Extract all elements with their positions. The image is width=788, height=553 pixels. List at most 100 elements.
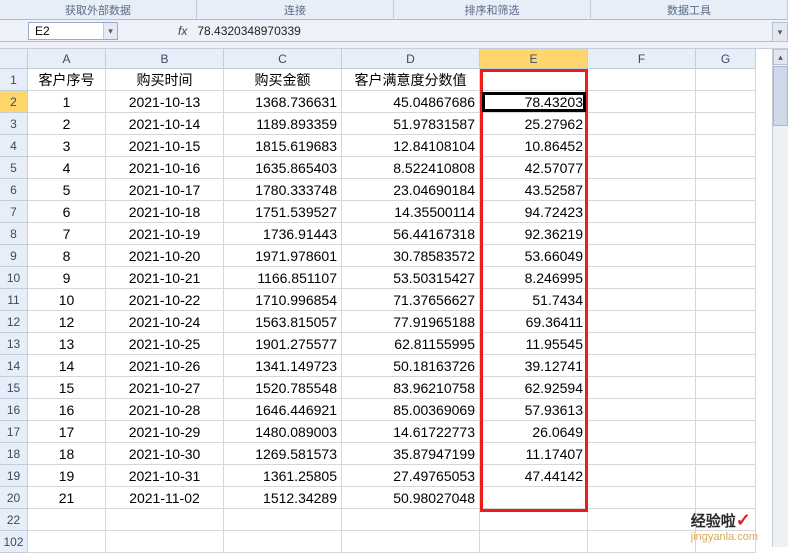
cell[interactable]: [696, 311, 756, 333]
cell[interactable]: 1269.581573: [224, 443, 342, 465]
row-header[interactable]: 5: [0, 157, 28, 179]
cell[interactable]: 1166.851107: [224, 267, 342, 289]
cell[interactable]: 12.84108104: [342, 135, 480, 157]
cell[interactable]: 25.27962: [480, 113, 588, 135]
cell[interactable]: 45.04867686: [342, 91, 480, 113]
cell[interactable]: 85.00369069: [342, 399, 480, 421]
cell[interactable]: [696, 465, 756, 487]
col-header-E[interactable]: E: [480, 49, 588, 69]
row-header[interactable]: 1: [0, 69, 28, 91]
cell[interactable]: 2021-10-30: [106, 443, 224, 465]
cell[interactable]: [696, 179, 756, 201]
cell[interactable]: [696, 157, 756, 179]
cell[interactable]: 1480.089003: [224, 421, 342, 443]
cell[interactable]: [588, 113, 696, 135]
cell[interactable]: 6: [28, 201, 106, 223]
header-cell[interactable]: 客户满意度分数值: [342, 69, 480, 91]
cell[interactable]: 78.43203: [480, 91, 588, 113]
cell[interactable]: 3: [28, 135, 106, 157]
cell[interactable]: 1971.978601: [224, 245, 342, 267]
row-header[interactable]: 12: [0, 311, 28, 333]
cell[interactable]: [588, 531, 696, 553]
cell[interactable]: [588, 333, 696, 355]
cell[interactable]: 1901.275577: [224, 333, 342, 355]
cell[interactable]: 83.96210758: [342, 377, 480, 399]
cell[interactable]: 21: [28, 487, 106, 509]
cell[interactable]: [696, 223, 756, 245]
cell[interactable]: 2021-10-21: [106, 267, 224, 289]
cell[interactable]: [588, 377, 696, 399]
row-header[interactable]: 10: [0, 267, 28, 289]
cell[interactable]: 8.522410808: [342, 157, 480, 179]
cell[interactable]: [588, 91, 696, 113]
cell[interactable]: 23.04690184: [342, 179, 480, 201]
cell[interactable]: [696, 289, 756, 311]
cell[interactable]: [588, 355, 696, 377]
cell[interactable]: 17: [28, 421, 106, 443]
cell[interactable]: [696, 201, 756, 223]
cell[interactable]: [588, 399, 696, 421]
cell[interactable]: 8: [28, 245, 106, 267]
cell[interactable]: 57.93613: [480, 399, 588, 421]
cell[interactable]: [696, 509, 756, 531]
cell-grid[interactable]: 客户序号购买时间购买金额客户满意度分数值12021-10-131368.7366…: [28, 69, 756, 553]
header-cell[interactable]: [696, 69, 756, 91]
cell[interactable]: 13: [28, 333, 106, 355]
row-header[interactable]: 2: [0, 91, 28, 113]
scroll-up-icon[interactable]: ▴: [773, 49, 788, 65]
cell[interactable]: [696, 333, 756, 355]
cell[interactable]: [696, 377, 756, 399]
cell[interactable]: 62.92594: [480, 377, 588, 399]
cell[interactable]: 77.91965188: [342, 311, 480, 333]
header-cell[interactable]: [480, 69, 588, 91]
cell[interactable]: [588, 223, 696, 245]
ribbon-group-external[interactable]: 获取外部数据: [0, 0, 197, 19]
cell[interactable]: [588, 487, 696, 509]
cell[interactable]: 30.78583572: [342, 245, 480, 267]
cell[interactable]: 2021-10-29: [106, 421, 224, 443]
name-box[interactable]: E2 ▾: [28, 22, 118, 40]
cell[interactable]: 2021-10-17: [106, 179, 224, 201]
cell[interactable]: 50.98027048: [342, 487, 480, 509]
cell[interactable]: [696, 267, 756, 289]
formula-expand-icon[interactable]: ▾: [772, 22, 788, 42]
cell[interactable]: [588, 421, 696, 443]
cell[interactable]: 94.72423: [480, 201, 588, 223]
cell[interactable]: 2021-10-27: [106, 377, 224, 399]
cell[interactable]: [696, 443, 756, 465]
cell[interactable]: 56.44167318: [342, 223, 480, 245]
cell[interactable]: [224, 509, 342, 531]
row-header[interactable]: 8: [0, 223, 28, 245]
cell[interactable]: 2021-10-22: [106, 289, 224, 311]
cell[interactable]: 1520.785548: [224, 377, 342, 399]
cell[interactable]: 18: [28, 443, 106, 465]
cell[interactable]: 26.0649: [480, 421, 588, 443]
cell[interactable]: 50.18163726: [342, 355, 480, 377]
header-cell[interactable]: 购买金额: [224, 69, 342, 91]
cell[interactable]: [588, 443, 696, 465]
cell[interactable]: [588, 135, 696, 157]
chevron-down-icon[interactable]: ▾: [103, 23, 117, 39]
cell[interactable]: [342, 531, 480, 553]
cell[interactable]: 2021-10-18: [106, 201, 224, 223]
cell[interactable]: 1189.893359: [224, 113, 342, 135]
cell[interactable]: [696, 245, 756, 267]
cell[interactable]: 2021-10-19: [106, 223, 224, 245]
cell[interactable]: 1361.25805: [224, 465, 342, 487]
ribbon-group-connect[interactable]: 连接: [197, 0, 394, 19]
cell[interactable]: 51.7434: [480, 289, 588, 311]
cell[interactable]: 47.44142: [480, 465, 588, 487]
vertical-scrollbar[interactable]: ▴: [772, 49, 788, 547]
cell[interactable]: 2: [28, 113, 106, 135]
cell[interactable]: 1646.446921: [224, 399, 342, 421]
fx-icon[interactable]: fx: [178, 24, 187, 38]
cell[interactable]: [696, 355, 756, 377]
cell[interactable]: 42.57077: [480, 157, 588, 179]
cell[interactable]: 1341.149723: [224, 355, 342, 377]
cell[interactable]: [480, 509, 588, 531]
cell[interactable]: 2021-10-16: [106, 157, 224, 179]
cell[interactable]: 1815.619683: [224, 135, 342, 157]
cell[interactable]: 2021-10-13: [106, 91, 224, 113]
cell[interactable]: 12: [28, 311, 106, 333]
cell[interactable]: [696, 91, 756, 113]
